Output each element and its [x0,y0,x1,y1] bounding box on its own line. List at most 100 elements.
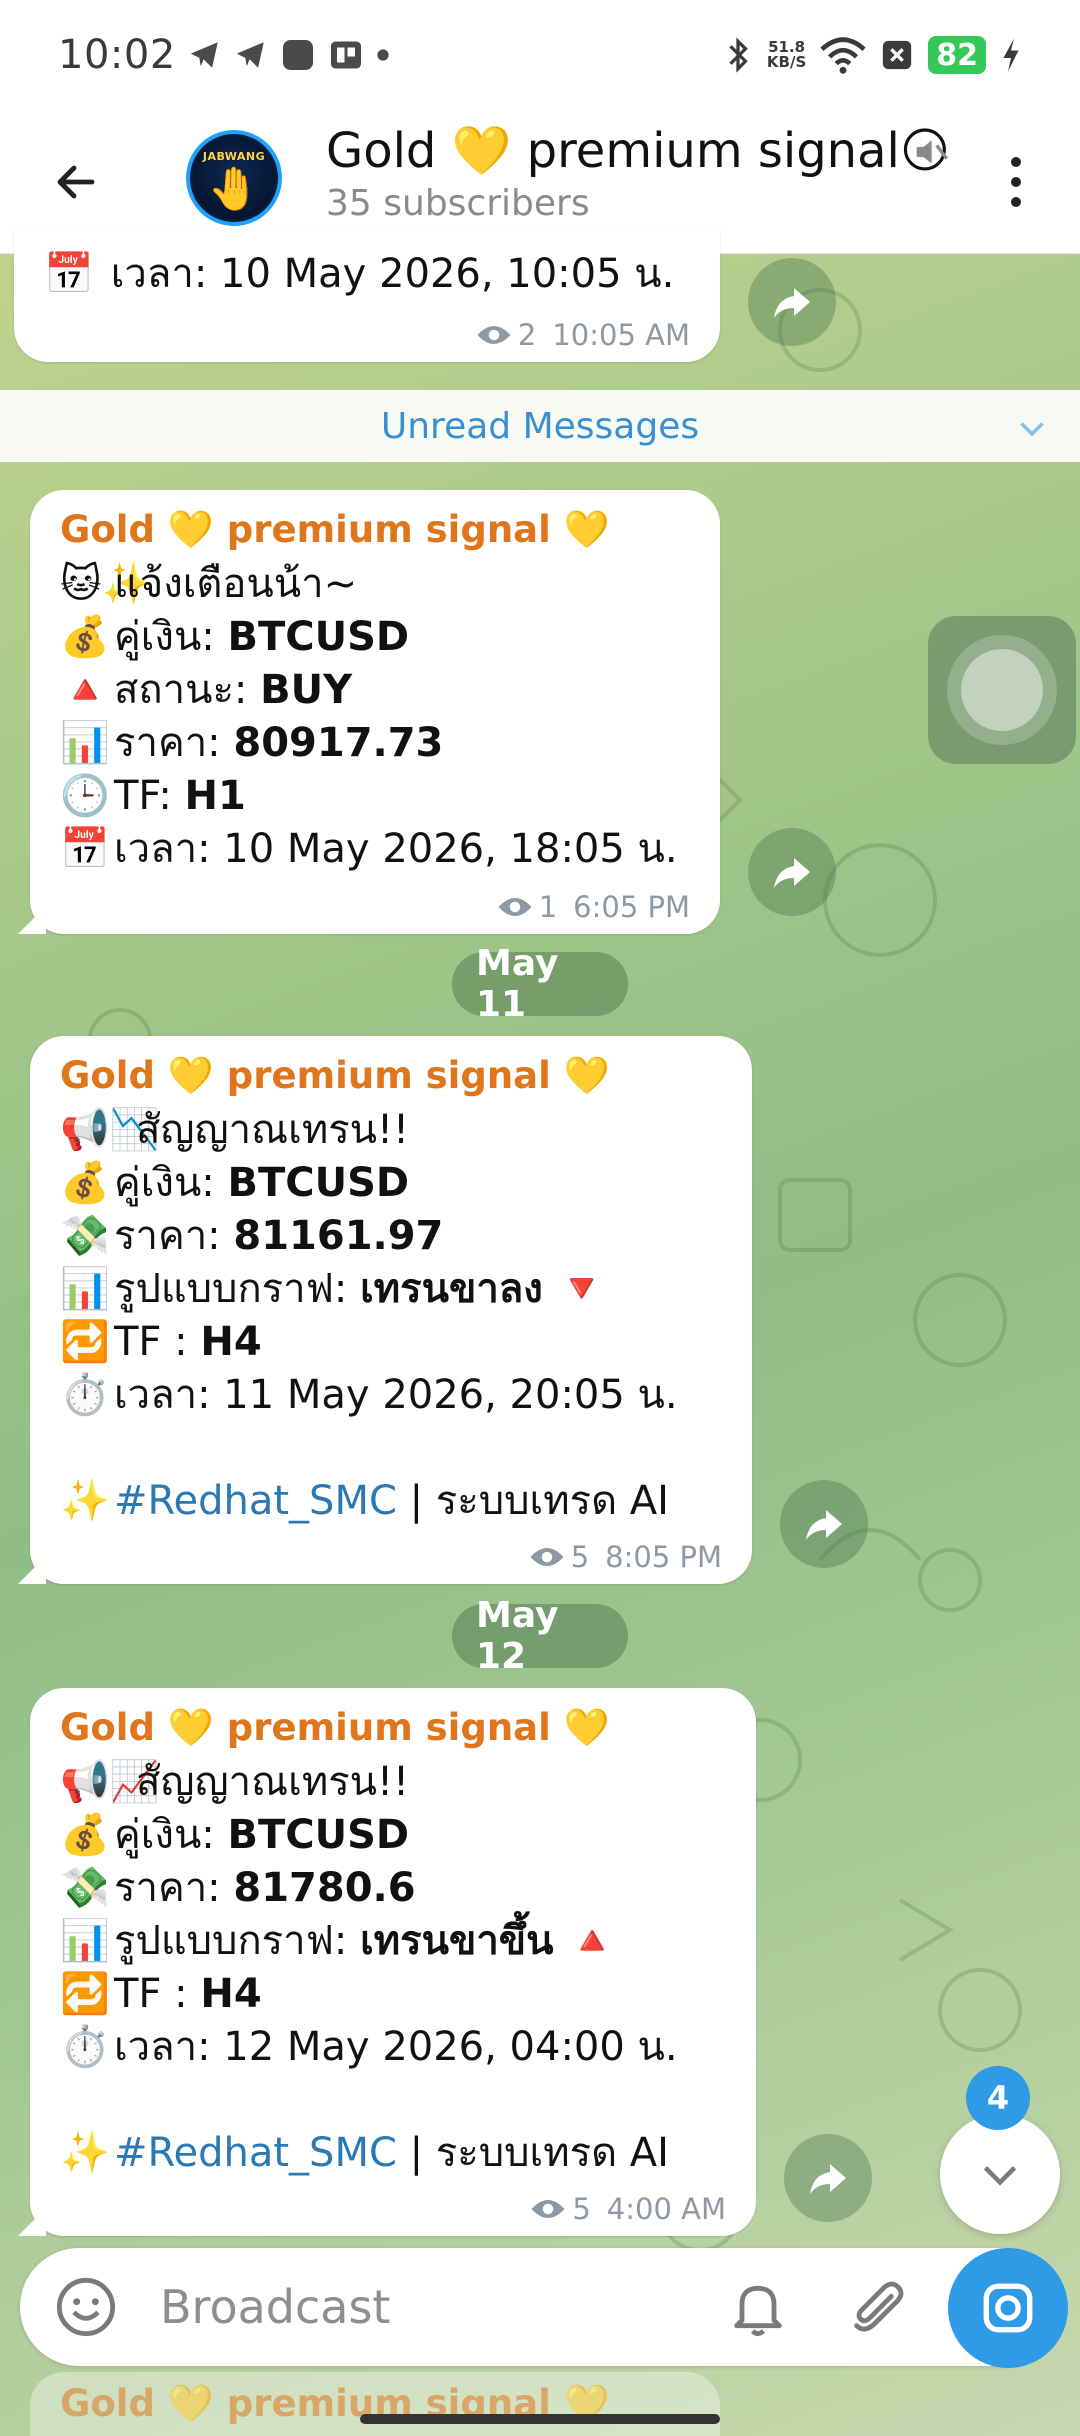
message-time: 6:05 PM [573,890,690,924]
unread-messages-divider: Unread Messages [0,390,1080,462]
status-bar: 10:02 51.8 KB/S 82 [0,0,1080,110]
message-sender: Gold 💛 premium signal 💛 [60,1054,610,1097]
dot [1011,157,1021,167]
message-bubble[interactable]: Gold 💛 premium signal 💛 📢📉สัญญาณเทรน!! 💰… [18,1036,752,1584]
date-separator: May 12 [452,1595,628,1677]
line-value: เทรนขาขึ้น 🔺 [360,1918,618,1964]
message-bubble[interactable]: 📅 เวลา: 10 May 2026, 10:05 น. 2 10:05 AM [14,230,720,362]
scroll-to-bottom-button[interactable] [940,2114,1060,2234]
stopwatch-icon: ⏱️ [60,1372,110,1418]
subscriber-count: 35 subscribers [326,183,590,224]
channel-info[interactable]: Gold 💛 premium signal🌕 35 subscribers [326,122,950,224]
line-label: สัญญาณเทรน!! [136,1759,410,1805]
floating-assistant-button[interactable] [928,616,1076,764]
message-footer: ✨ #Redhat_SMC | ระบบเทรด AI [60,2127,726,2180]
wifi-icon [820,35,866,75]
line-value: 80917.73 [233,720,444,766]
forward-icon [806,1510,842,1540]
more-options-button[interactable] [996,150,1036,214]
line-value: BTCUSD [227,1160,410,1206]
channel-avatar[interactable]: JABWANG 🤚 [186,130,282,226]
message-time: 4:00 AM [606,2192,726,2226]
message-line: 🐱✨แจ้งเตือนน้า~ [60,558,690,611]
money-bag-icon: 💰 [60,1812,110,1858]
net-speed-unit: KB/S [766,53,807,71]
message-bubble[interactable]: Gold 💛 premium signal 💛 🐱✨แจ้งเตือนน้า~ … [18,490,720,934]
dot-icon [376,48,390,62]
line-label: ราคา: [114,1213,221,1259]
line-value: BTCUSD [227,1812,410,1858]
paperclip-icon[interactable] [846,2273,910,2341]
megaphone-chart-down-icon: 📢📉 [60,1107,160,1153]
eye-icon [477,326,511,344]
line-label: TF : [114,1971,188,2017]
emoji-icon[interactable] [54,2275,118,2339]
line-label: คู่เงิน: [114,1812,215,1858]
line-value: BTCUSD [227,614,410,660]
hashtag-link[interactable]: #Redhat_SMC [114,2130,397,2176]
bell-icon[interactable] [726,2275,790,2339]
hashtag-link[interactable]: #Redhat_SMC [114,1478,397,1524]
status-time: 10:02 [58,32,176,78]
chevron-down-icon[interactable] [1014,410,1050,446]
message-composer [20,2248,1068,2368]
telegram-icon [234,38,268,72]
home-indicator[interactable] [360,2414,720,2424]
message-line: 📅 เวลา: 10 May 2026, 10:05 น. [44,248,690,301]
forward-button[interactable] [780,1480,868,1568]
forward-icon [774,858,810,888]
close-box-icon [880,38,914,72]
message-line: 📅 เวลา: 10 May 2026, 18:05 น. [60,823,690,876]
forward-button[interactable] [784,2134,872,2222]
message-meta: 1 6:05 PM [497,890,690,924]
view-count: 2 [517,318,537,352]
forward-button[interactable] [748,258,836,346]
line-value: 10 May 2026, 10:05 น. [220,251,675,297]
forward-button[interactable] [748,828,836,916]
line-label: เวลา: [110,251,208,297]
message-line: 💰 คู่เงิน: BTCUSD [60,611,690,664]
next-message-peek: Gold 💛 premium signal 💛 [30,2372,720,2436]
line-label: เวลา: 12 May 2026, 04:00 น. [114,2024,678,2070]
unread-label: Unread Messages [380,405,700,447]
message-line: 📊 ราคา: 80917.73 [60,717,690,770]
line-label: ราคา: [114,720,221,766]
eye-icon [498,898,532,916]
bar-chart-icon: 📊 [60,720,110,766]
broadcast-input[interactable] [160,2272,680,2342]
line-value: 81780.6 [233,1865,416,1911]
message-meta: 5 4:00 AM [530,2192,726,2226]
message-footer: ✨ #Redhat_SMC | ระบบเทรด AI [60,1475,722,1528]
line-label: เวลา: 11 May 2026, 20:05 น. [114,1372,678,1418]
message-line: 🔺 สถานะ: BUY [60,664,690,717]
message-time: 8:05 PM [605,1540,722,1574]
app-icon [328,37,364,73]
footer-text: | ระบบเทรด AI [409,1478,669,1524]
back-button[interactable] [44,150,108,214]
line-label: คู่เงิน: [114,1160,215,1206]
message-bubble[interactable]: Gold 💛 premium signal 💛 📢📈สัญญาณเทรน!! 💰… [18,1688,756,2236]
message-line: 🔁 TF : H4 [60,1316,722,1369]
camera-button[interactable] [948,2248,1068,2368]
line-label: TF: [114,773,172,819]
message-line: 💰 คู่เงิน: BTCUSD [60,1157,722,1210]
avatar-hand-icon: 🤚 [207,164,261,213]
line-value: เทรนขาลง 🔻 [360,1266,607,1312]
telegram-icon [188,38,222,72]
money-wings-icon: 💸 [60,1213,110,1259]
floating-circle [961,649,1043,731]
message-line: 📢📈สัญญาณเทรน!! [60,1756,726,1809]
view-count: 5 [572,2192,591,2226]
charging-icon [1000,37,1022,73]
repeat-icon: 🔁 [60,1971,110,2017]
unread-count-badge: 4 [966,2066,1030,2130]
battery-indicator: 82 [928,36,986,74]
message-meta: 2 10:05 AM [476,318,690,352]
net-speed: 51.8 KB/S [767,40,806,70]
muted-speaker-icon [916,140,948,164]
message-line: 💰 คู่เงิน: BTCUSD [60,1809,726,1862]
dot [1011,197,1021,207]
bar-chart-icon: 📊 [60,1918,110,1964]
eye-icon [530,1548,564,1566]
